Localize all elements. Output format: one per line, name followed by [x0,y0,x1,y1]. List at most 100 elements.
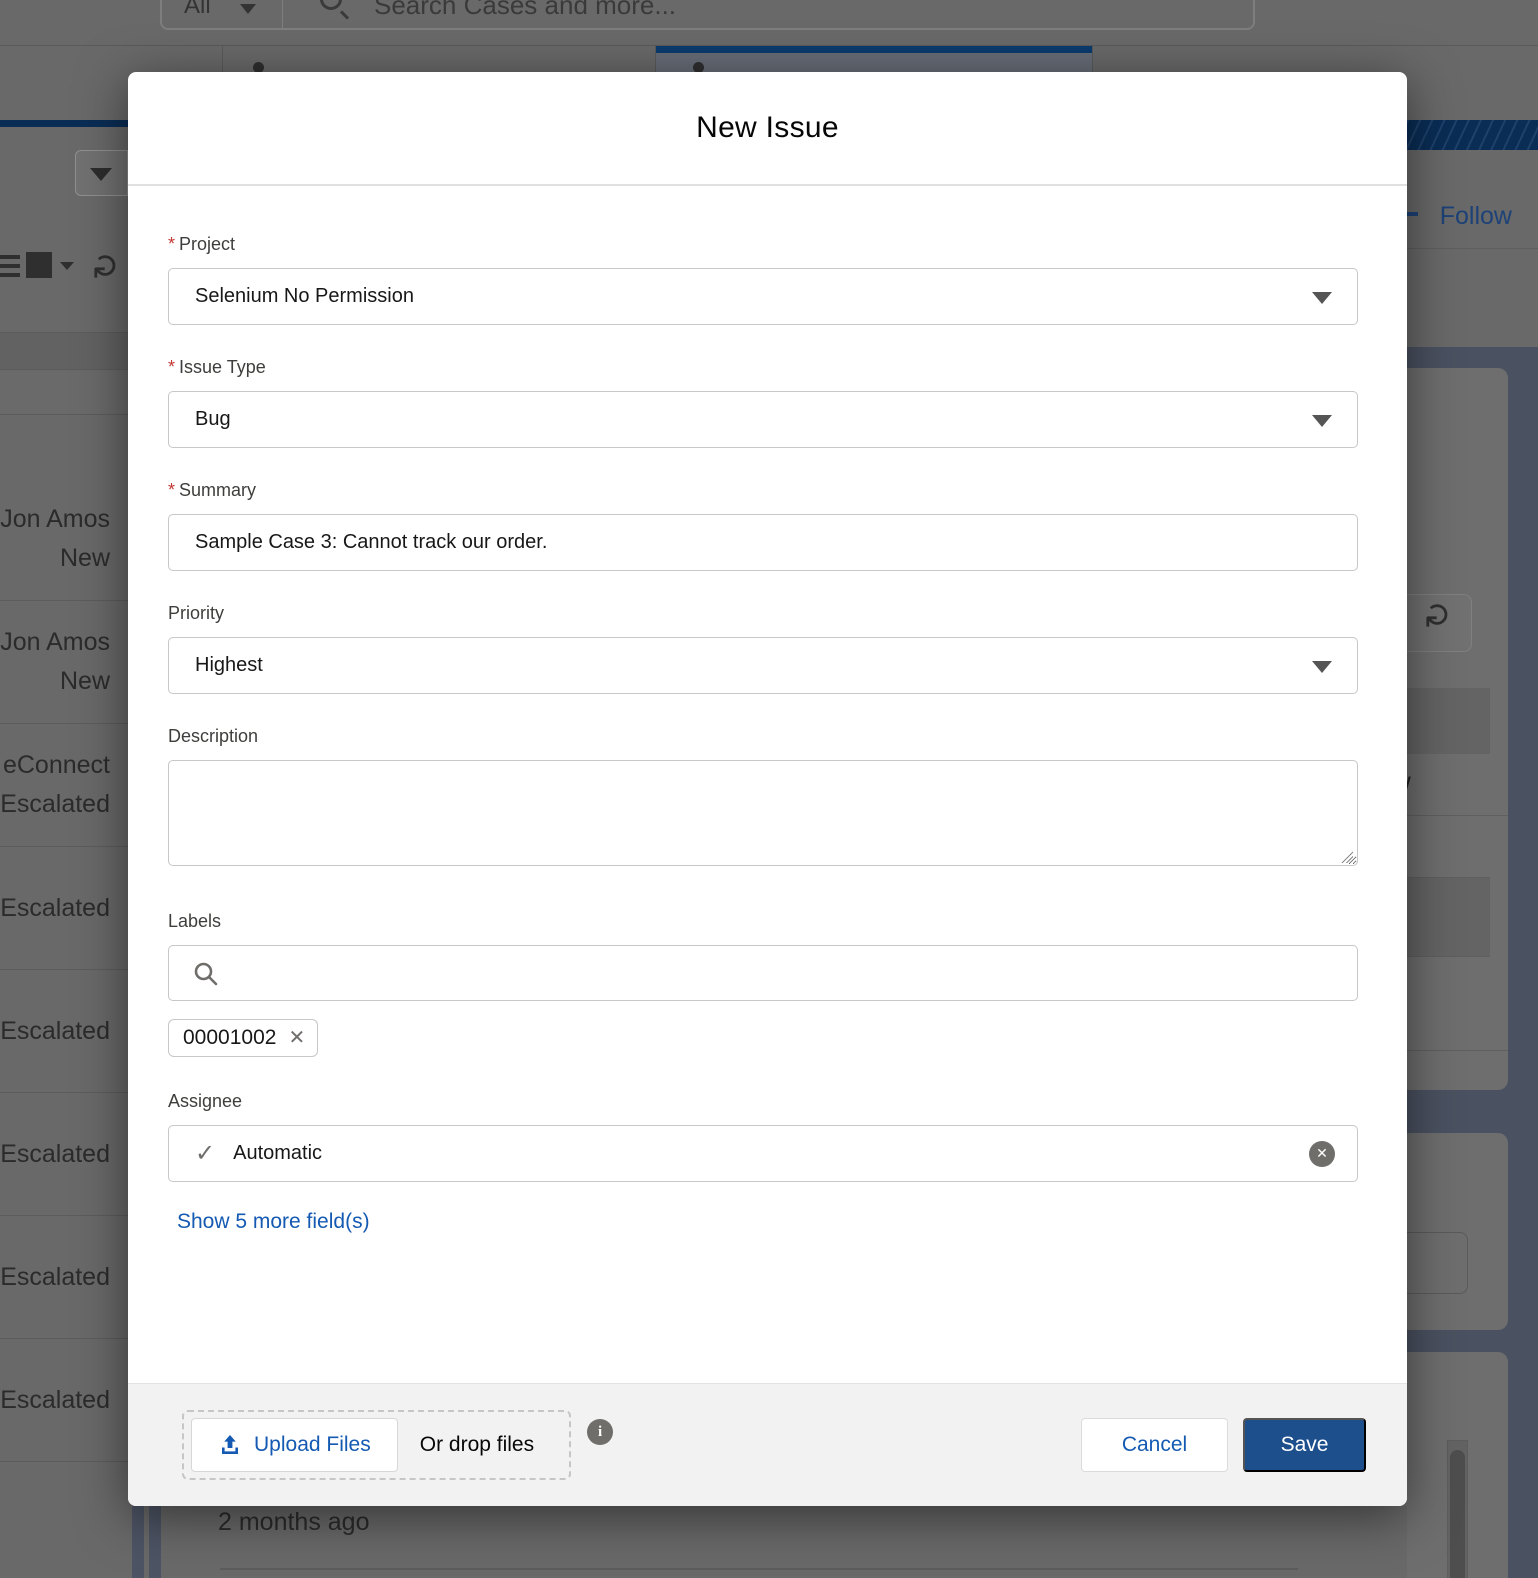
list-filter-row [0,372,128,415]
field-label-text: Summary [179,480,256,500]
list-item: Jon Amos New [0,601,128,724]
description-textarea[interactable] [168,760,1358,866]
priority-combobox[interactable]: Highest [168,637,1358,694]
required-asterisk: * [168,357,175,377]
search-icon [320,0,342,10]
divider [1400,1050,1508,1051]
info-icon[interactable]: i [587,1419,613,1445]
related-card [1400,1133,1508,1330]
show-more-fields-link[interactable]: Show 5 more field(s) [177,1210,370,1234]
chevron-down-icon [60,262,74,270]
list-item: Jon Amos New [0,478,128,601]
status-badge: Escalated [0,790,110,819]
status-badge: Escalated [0,1017,110,1046]
dropdown-caret-icon [1312,661,1332,673]
list-item: Escalated [0,847,128,970]
feed-strip: 2 months ago [128,1506,1407,1578]
upload-files-button[interactable]: Upload Files [191,1418,398,1472]
dropdown-caret-icon [1312,415,1332,427]
cancel-button[interactable]: Cancel [1081,1418,1228,1472]
list-lines-icon [0,255,20,259]
chip-remove-icon[interactable]: ✕ [288,1028,305,1048]
project-combobox[interactable]: Selenium No Permission [168,268,1358,325]
list-header-row [0,332,128,370]
issue-type-field-group: *Issue Type Bug [168,357,1358,448]
clear-x-icon: ✕ [1316,1145,1328,1162]
timeline-rail [149,1506,161,1578]
assignee-value: Automatic [233,1142,322,1165]
summary-label: *Summary [168,480,1358,501]
contact-name: Jon Amos [0,628,110,657]
list-block-icon [26,252,52,278]
list-item: Escalated [0,1093,128,1216]
project-value: Selenium No Permission [195,285,414,308]
dialog-footer: Upload Files Or drop files i Cancel Save [128,1383,1407,1506]
divider [220,1568,1298,1570]
case-list-panel: ↺ Jon Amos New Jon Amos New eConnect Esc… [0,127,128,1578]
global-search-bar: All Search Cases and more... [160,0,1255,30]
app-window: All Search Cases and more... ↺ Jon Amos … [0,0,1538,1578]
required-asterisk: * [168,480,175,500]
status-badge: Escalated [0,894,110,923]
dialog-header: New Issue [128,72,1407,186]
list-view-dropdown-button [75,150,128,196]
summary-input[interactable] [168,514,1358,571]
case-header-pattern [1407,120,1538,150]
label-chip-text: 00001002 [183,1026,276,1050]
save-button[interactable]: Save [1243,1418,1366,1472]
labels-field-group: Labels 00001002 ✕ [168,911,1358,1057]
search-icon [193,961,219,987]
assignee-combobox[interactable]: ✓ Automatic ✕ [168,1125,1358,1182]
clear-selection-button[interactable]: ✕ [1309,1141,1335,1167]
upload-icon [218,1433,242,1457]
display-as-icon [0,252,52,282]
labels-search-input[interactable] [168,945,1358,1001]
contact-name: eConnect [3,751,110,780]
case-page-background: ↺ w [1400,347,1538,1578]
case-detail-card: ↺ w [1400,368,1508,1090]
required-asterisk: * [168,234,175,254]
dropdown-caret-icon [1312,292,1332,304]
list-item: Escalated [0,1216,128,1339]
field-label-text: Project [179,234,235,254]
check-icon: ✓ [195,1139,215,1168]
issue-type-label: *Issue Type [168,357,1358,378]
search-placeholder: Search Cases and more... [374,0,676,21]
follow-button: Follow [1440,202,1512,231]
project-label: *Project [168,234,1358,255]
issue-type-combobox[interactable]: Bug [168,391,1358,448]
chevron-down-icon [240,4,256,14]
contact-name: Jon Amos [0,505,110,534]
upload-files-label: Upload Files [254,1433,371,1457]
scrollbar-thumb [1450,1450,1465,1578]
assignee-field-group: Assignee ✓ Automatic ✕ [168,1091,1358,1182]
refresh-button: ↺ [1405,594,1472,652]
label-chip[interactable]: 00001002 ✕ [168,1019,318,1057]
search-scope-dropdown: All [184,0,211,20]
dialog-body: *Project Selenium No Permission *Issue T… [128,186,1407,1234]
field-label-text: Description [168,726,258,746]
field-block [1400,688,1490,754]
case-list-rows: Jon Amos New Jon Amos New eConnect Escal… [0,478,128,1462]
priority-value: Highest [195,654,263,677]
file-dropzone[interactable]: Upload Files Or drop files [182,1410,571,1480]
drop-files-label: Or drop files [398,1433,562,1457]
issue-type-value: Bug [195,408,231,431]
list-item: Escalated [0,1339,128,1462]
labels-label: Labels [168,911,1358,932]
info-glyph: i [598,1424,602,1441]
feed-card [1400,1352,1508,1578]
status-badge: Escalated [0,1386,110,1415]
description-label: Description [168,726,1358,747]
field-label-text: Issue Type [179,357,266,377]
refresh-icon: ↺ [89,252,123,281]
field-label-text: Labels [168,911,221,931]
chevron-down-icon [90,168,112,181]
description-field-group: Description [168,726,1358,871]
priority-field-group: Priority Highest [168,603,1358,694]
priority-label: Priority [168,603,1358,624]
dialog-title: New Issue [696,111,839,145]
project-field-group: *Project Selenium No Permission [168,234,1358,325]
field-label-text: Priority [168,603,224,623]
summary-field-group: *Summary [168,480,1358,571]
